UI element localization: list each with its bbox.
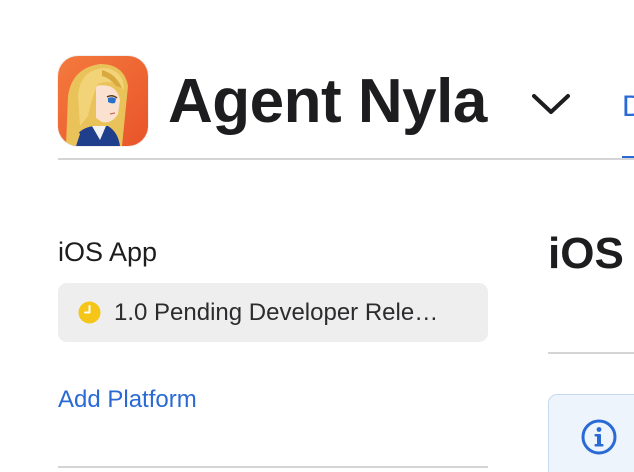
page-title: iOS	[548, 229, 624, 278]
pending-clock-icon	[78, 301, 101, 324]
chevron-down-icon[interactable]	[530, 90, 572, 118]
header-divider	[58, 158, 634, 160]
add-platform-link[interactable]: Add Platform	[58, 384, 197, 416]
app-icon	[58, 56, 148, 146]
app-title: Agent Nyla	[168, 67, 487, 136]
version-status-label: 1.0 Pending Developer Rele…	[114, 299, 439, 326]
info-circle-icon	[580, 418, 618, 456]
app-store-connect-page: Agent Nyla D iOS App 1.0 Pending Develop…	[0, 0, 634, 472]
main-divider	[548, 352, 634, 354]
version-item[interactable]: 1.0 Pending Developer Rele…	[58, 283, 488, 342]
sidebar-divider	[58, 466, 488, 468]
platform-section-label: iOS App	[58, 237, 158, 267]
tab-distribution[interactable]: D	[622, 90, 634, 124]
